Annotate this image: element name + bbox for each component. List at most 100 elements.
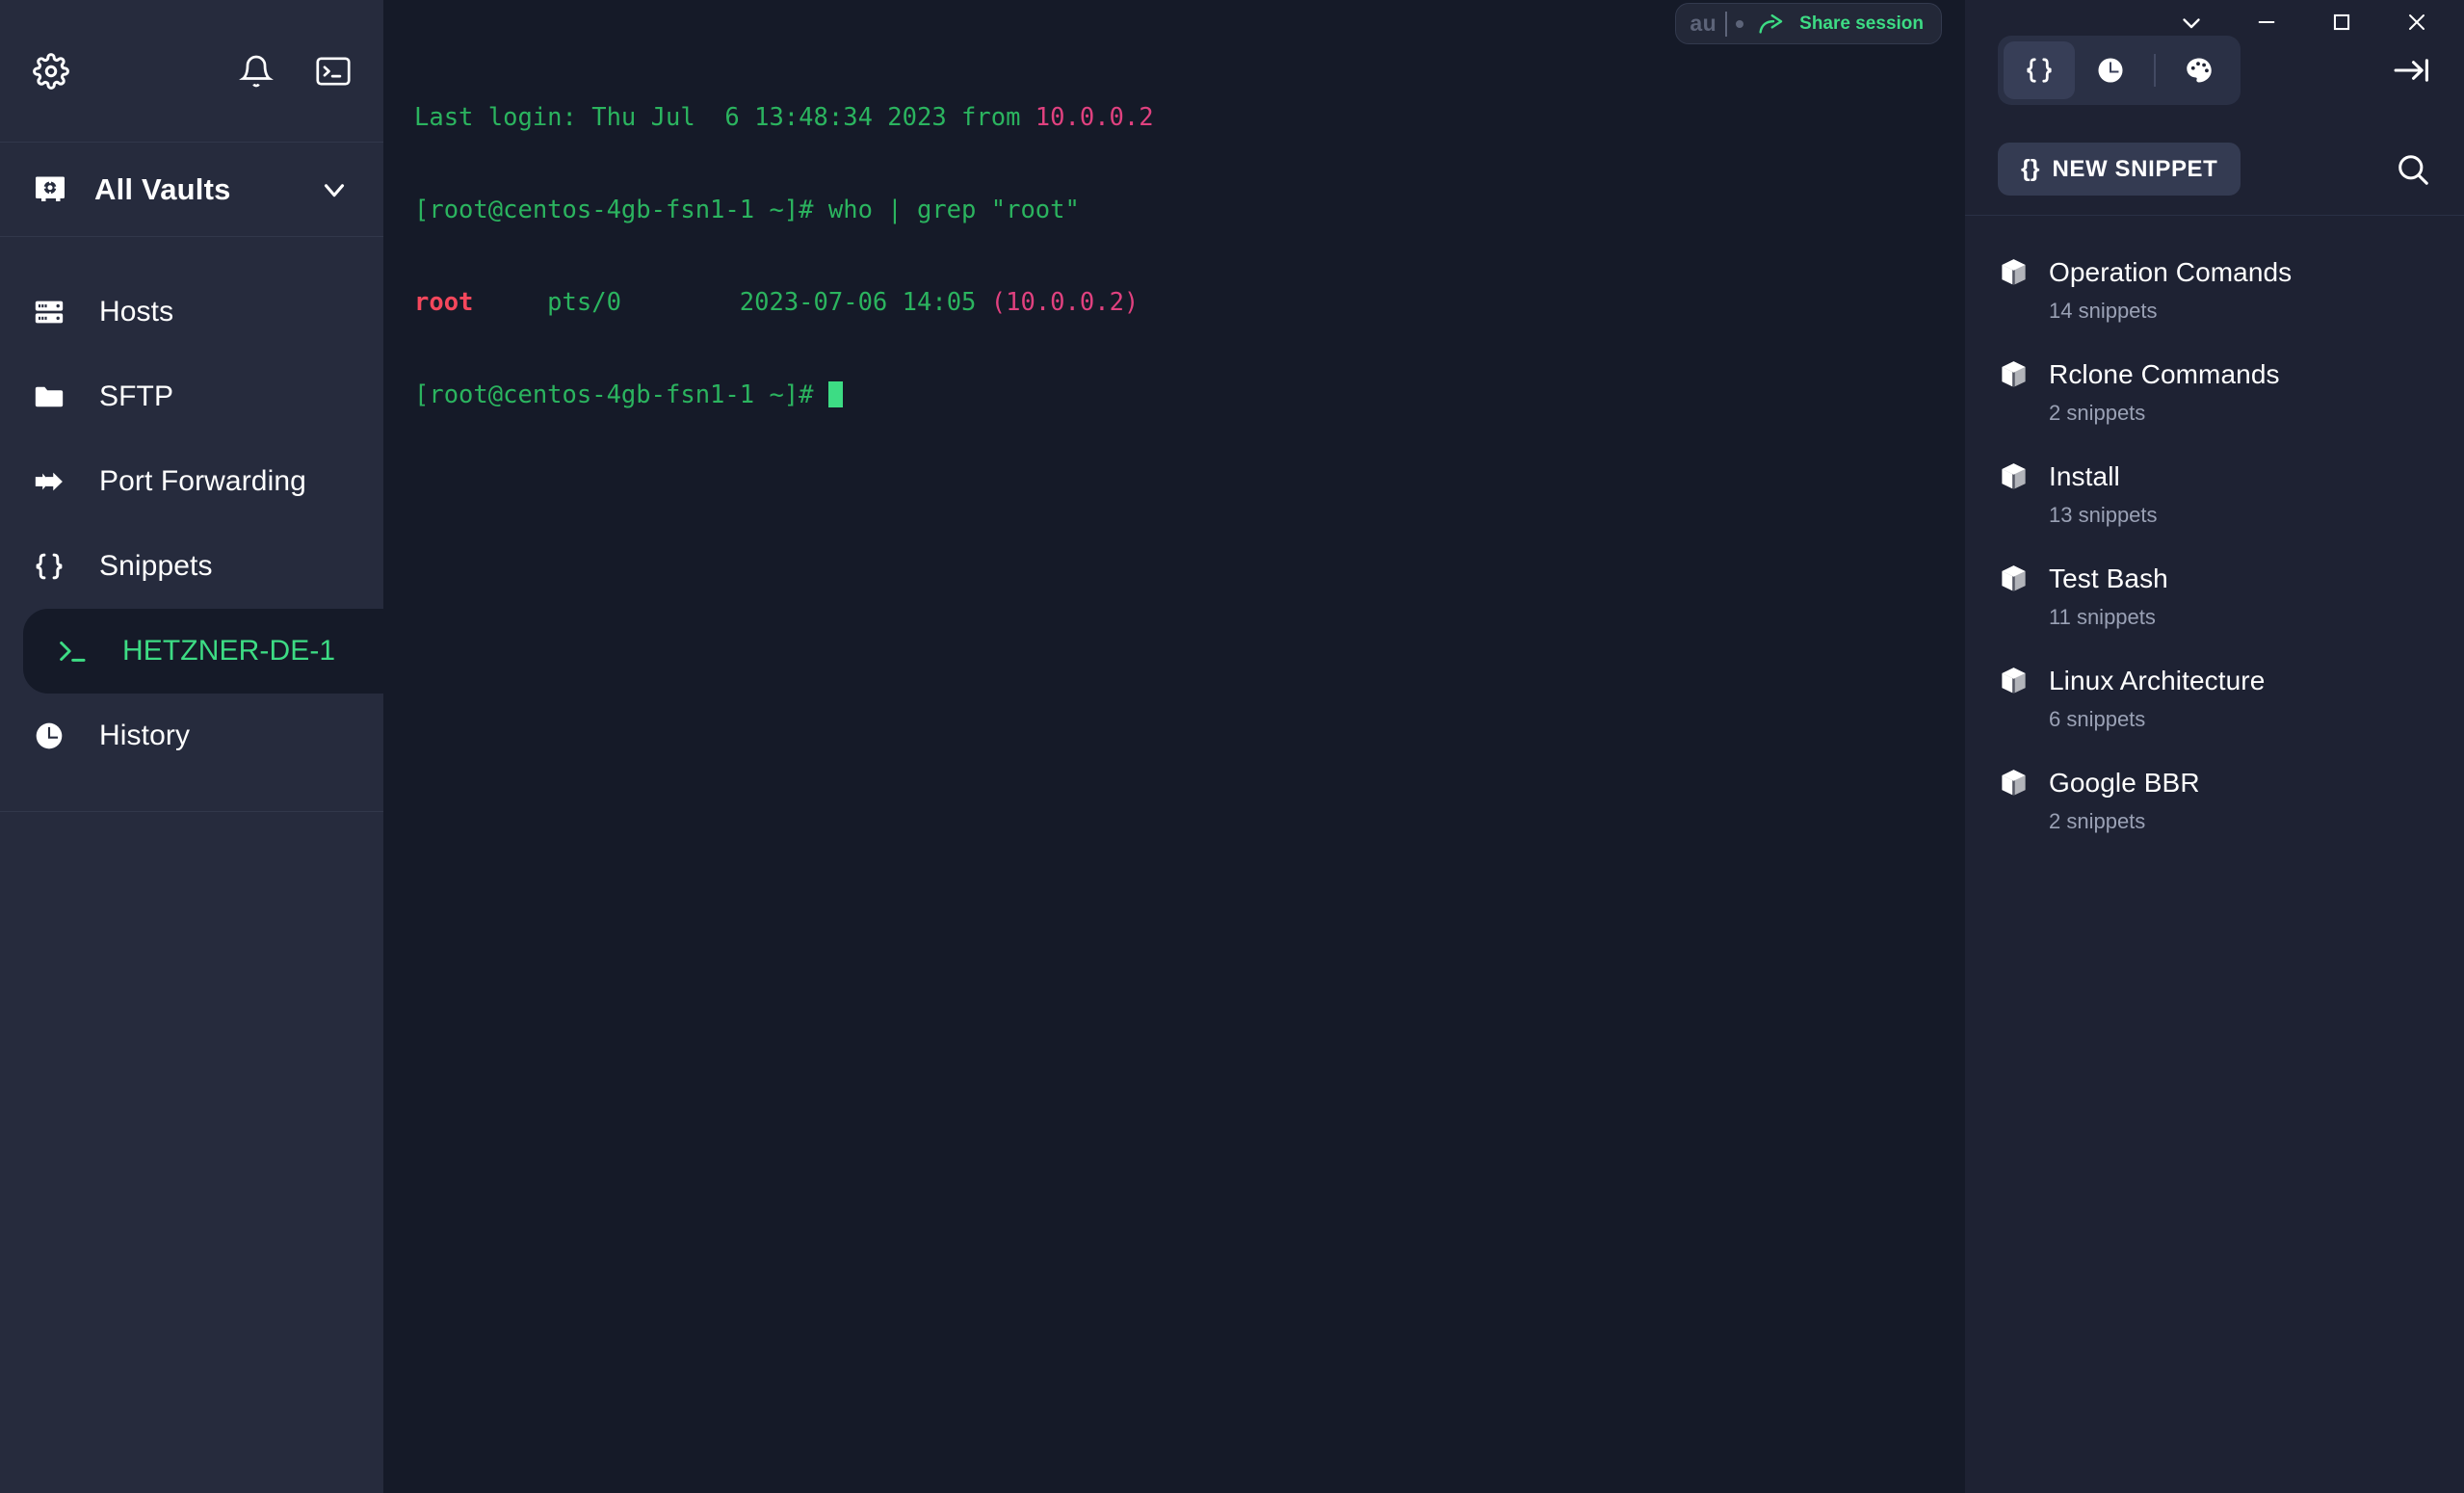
snippet-folder-count: 2 snippets	[2049, 401, 2146, 425]
vault-icon	[33, 172, 67, 207]
sidebar-item-label: HETZNER-DE-1	[122, 635, 336, 667]
new-snippet-button[interactable]: {} NEW SNIPPET	[1998, 143, 2241, 196]
list-item[interactable]: Linux Architecture 6 snippets	[1965, 647, 2464, 749]
palette-icon	[2183, 54, 2215, 87]
snippet-folder-title: Linux Architecture	[2049, 665, 2266, 695]
snippet-folder-list: Operation Comands 14 snippets Rclone Com…	[1965, 216, 2464, 1493]
snippet-folder-count: 2 snippets	[2049, 809, 2146, 833]
app-window: All Vaults Hosts SFTP Port Forwarding Sn…	[0, 0, 2464, 1493]
terminal-line: Last login: Thu Jul 6 13:48:34 2023 from…	[414, 102, 1965, 133]
list-item[interactable]: Test Bash 11 snippets	[1965, 545, 2464, 647]
terminal-span: [root@centos-4gb-fsn1-1 ~]#	[414, 380, 828, 409]
terminal-panel[interactable]: au Share session Last login: Thu Jul 6 1…	[383, 0, 1965, 1493]
tab-snippets[interactable]	[2004, 41, 2075, 99]
sidebar-item-port-forwarding[interactable]: Port Forwarding	[0, 439, 383, 524]
sidebar-divider	[0, 811, 383, 812]
braces-icon	[2024, 55, 2055, 86]
snippet-folder-header: Test Bash	[1998, 563, 2431, 594]
folder-icon	[33, 380, 75, 413]
package-icon	[1998, 767, 2030, 799]
terminal-line: [root@centos-4gb-fsn1-1 ~]# who | grep "…	[414, 195, 1965, 225]
sidebar-item-sftp[interactable]: SFTP	[0, 354, 383, 439]
sidebar-item-label: Port Forwarding	[99, 465, 306, 497]
sidebar-item-label: SFTP	[99, 380, 174, 412]
package-icon	[1998, 460, 2030, 492]
chevron-down-icon[interactable]	[318, 173, 351, 206]
terminal-icon[interactable]	[316, 56, 351, 86]
badge-dot	[1736, 19, 1744, 28]
snippet-folder-header: Install	[1998, 460, 2431, 492]
bell-icon[interactable]	[239, 54, 274, 89]
snippet-folder-title: Install	[2049, 460, 2120, 491]
sidebar-item-hosts[interactable]: Hosts	[0, 270, 383, 354]
snippet-folder-header: Linux Architecture	[1998, 665, 2431, 696]
snippet-folder-title: Rclone Commands	[2049, 358, 2280, 389]
sidebar-item-label: History	[99, 720, 191, 751]
snippet-folder-title: Google BBR	[2049, 767, 2200, 798]
terminal-span: (10.0.0.2)	[990, 288, 1140, 317]
tab-history[interactable]	[2075, 41, 2146, 99]
share-session-label: Share session	[1799, 13, 1924, 34]
gear-icon[interactable]	[33, 52, 69, 90]
package-icon	[1998, 358, 2030, 390]
new-snippet-label: NEW SNIPPET	[2052, 155, 2218, 182]
list-item[interactable]: Operation Comands 14 snippets	[1965, 239, 2464, 341]
snippet-folder-count: 13 snippets	[2049, 503, 2158, 527]
forward-arrow-icon	[33, 465, 75, 498]
session-badge: au	[1690, 11, 1744, 37]
badge-cursor-bar	[1725, 11, 1728, 37]
snippets-panel: {} NEW SNIPPET Operation Comands 14 snip…	[1965, 0, 2464, 1493]
settings-button[interactable]	[33, 52, 69, 90]
window-controls	[1965, 0, 2464, 44]
clock-icon	[33, 720, 75, 752]
snippet-folder-title: Test Bash	[2049, 563, 2168, 593]
sidebar-item-snippets[interactable]: Snippets	[0, 524, 383, 609]
terminal-cursor	[827, 381, 843, 407]
sidebar-nav: Hosts SFTP Port Forwarding Snippets HETZ…	[0, 237, 383, 812]
window-maximize-icon[interactable]	[2304, 0, 2379, 44]
snippet-folder-count: 14 snippets	[2049, 299, 2158, 323]
sidebar-item-label: Snippets	[99, 550, 213, 582]
search-icon[interactable]	[2395, 151, 2431, 188]
sidebar-item-hetzner-de-1[interactable]: HETZNER-DE-1	[23, 609, 383, 694]
sidebar-toolbar	[0, 0, 383, 143]
window-close-icon[interactable]	[2379, 0, 2454, 44]
snippet-folder-count: 6 snippets	[2049, 707, 2146, 731]
terminal-span: root	[414, 288, 474, 317]
terminal-span: [root@centos-4gb-fsn1-1 ~]# who | grep "…	[414, 196, 1080, 224]
list-item[interactable]: Rclone Commands 2 snippets	[1965, 341, 2464, 443]
snippet-folder-count: 11 snippets	[2049, 605, 2156, 629]
snippet-folder-title: Operation Comands	[2049, 256, 2293, 287]
terminal-span: pts/0 2023-07-06 14:05	[473, 288, 991, 317]
list-item[interactable]: Install 13 snippets	[1965, 443, 2464, 545]
terminal-span: Last login: Thu Jul 6 13:48:34 2023 from	[414, 103, 1035, 132]
package-icon	[1998, 256, 2030, 288]
list-item[interactable]: Google BBR 2 snippets	[1965, 749, 2464, 851]
terminal-span: 10.0.0.2	[1035, 103, 1154, 132]
terminal-line: root pts/0 2023-07-06 14:05 (10.0.0.2)	[414, 287, 1965, 318]
share-session-button[interactable]: au Share session	[1675, 3, 1942, 44]
sidebar-toolbar-actions	[239, 54, 351, 89]
window-chevron-down-icon[interactable]	[2154, 0, 2229, 44]
toolbar-divider	[2154, 54, 2156, 87]
sidebar-item-history[interactable]: History	[0, 694, 383, 778]
prompt-icon	[56, 635, 98, 668]
panel-actions: {} NEW SNIPPET	[1965, 123, 2464, 216]
snippet-folder-header: Operation Comands	[1998, 256, 2431, 288]
snippet-folder-header: Rclone Commands	[1998, 358, 2431, 390]
snippet-folder-header: Google BBR	[1998, 767, 2431, 799]
clock-icon	[2095, 55, 2126, 86]
terminal-output[interactable]: Last login: Thu Jul 6 13:48:34 2023 from…	[383, 0, 1965, 472]
braces-icon: {}	[2021, 155, 2040, 182]
terminal-line: [root@centos-4gb-fsn1-1 ~]#	[414, 380, 1965, 410]
package-icon	[1998, 665, 2030, 696]
window-minimize-icon[interactable]	[2229, 0, 2304, 44]
sidebar-item-label: Hosts	[99, 296, 174, 327]
tab-theme[interactable]	[2163, 41, 2235, 99]
panel-tab-group	[1998, 36, 2241, 105]
collapse-panel-icon[interactable]	[2393, 54, 2431, 87]
all-vaults-label: All Vaults	[94, 171, 231, 206]
package-icon	[1998, 563, 2030, 594]
server-icon	[33, 296, 75, 328]
all-vaults-selector[interactable]: All Vaults	[0, 143, 383, 237]
